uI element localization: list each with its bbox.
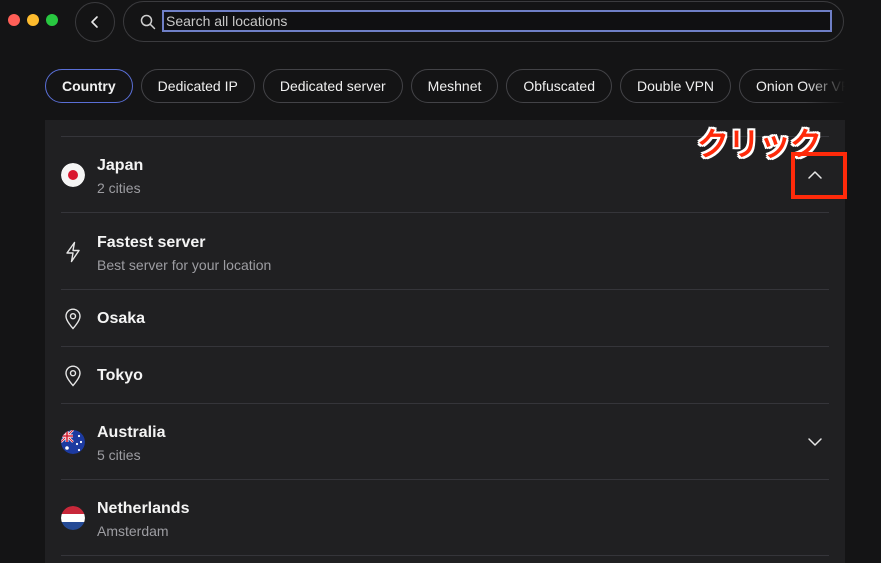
chevron-left-icon [91,16,98,28]
country-name: Netherlands [97,500,190,517]
minimize-window-button[interactable] [27,14,39,26]
chip-dedicated-server[interactable]: Dedicated server [262,69,403,103]
search-input[interactable] [162,10,832,32]
lightning-icon [61,240,85,264]
search-icon [140,14,156,30]
country-city-count: 5 cities [97,447,141,463]
back-button[interactable] [75,2,115,42]
country-row-australia[interactable]: Australia 5 cities [61,404,829,480]
location-list: Japan 2 cities Fastest server Best serve… [45,120,845,563]
window-controls [8,14,58,26]
server-title: Fastest server [97,234,206,251]
server-subtitle: Best server for your location [97,257,272,273]
city-name: Osaka [97,310,146,327]
city-row-osaka[interactable]: Osaka [61,290,829,347]
chip-meshnet[interactable]: Meshnet [410,69,499,103]
chip-double-vpn[interactable]: Double VPN [619,69,732,103]
annotation-highlight-box [791,152,847,199]
australia-flag-icon [61,430,85,454]
search-bar [123,1,844,42]
chevron-down-icon[interactable] [805,432,825,452]
chip-dedicated-ip[interactable]: Dedicated IP [140,69,255,103]
location-pin-icon [61,364,85,388]
chip-obfuscated[interactable]: Obfuscated [506,69,612,103]
netherlands-flag-icon [61,506,85,530]
city-name: Tokyo [97,367,143,384]
country-city: Amsterdam [97,523,169,539]
chip-country[interactable]: Country [45,69,133,103]
city-row-tokyo[interactable]: Tokyo [61,347,829,404]
country-city-count: 2 cities [97,180,141,196]
close-window-button[interactable] [8,14,20,26]
location-pin-icon [61,307,85,331]
server-row-fastest[interactable]: Fastest server Best server for your loca… [61,214,829,290]
filter-chips: Country Dedicated IP Dedicated server Me… [45,69,845,104]
zoom-window-button[interactable] [46,14,58,26]
japan-flag-icon [61,163,85,187]
country-name: Australia [97,424,166,441]
country-name: Japan [97,157,144,174]
country-row-netherlands[interactable]: Netherlands Amsterdam [61,480,829,556]
chips-fade-overlay [805,69,845,104]
